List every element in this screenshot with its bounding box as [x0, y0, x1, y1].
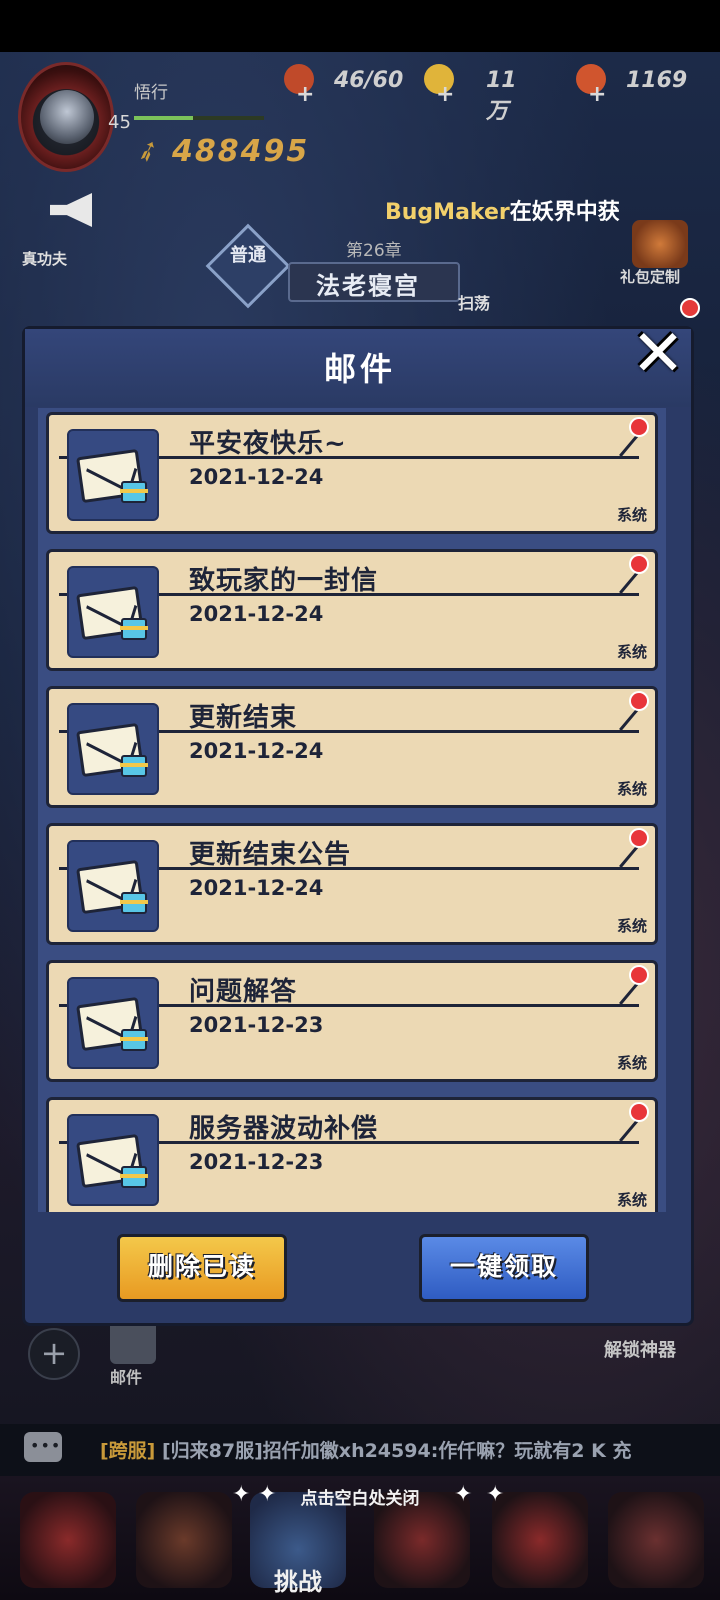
mail-date: 2021-12-23 — [189, 1150, 324, 1174]
attachment-gift-icon — [120, 755, 148, 777]
announcement-label: 真功夫 — [22, 250, 68, 268]
chat-message: [跨服] [归来87服]招仟加徽xh24594:作仟嘛？玩就有2 K 充 — [100, 1436, 710, 1463]
combat-power: 488495 — [172, 134, 310, 169]
mail-date: 2021-12-24 — [189, 739, 324, 763]
mail-list[interactable]: 平安夜快乐~ 2021-12-24 系统 致玩家的一封信 2021-12-24 系统 更新结… — [38, 408, 666, 1212]
mail-date: 2021-12-24 — [189, 602, 324, 626]
broadcast-player: BugMaker — [385, 200, 510, 225]
mail-dialog-title: 邮件 — [323, 350, 396, 388]
mail-sender: 系统 — [616, 643, 647, 661]
plus-icon[interactable]: + — [588, 82, 606, 107]
resource-value: 46/60 — [334, 68, 404, 93]
mail-icon-box — [67, 840, 159, 932]
mail-item[interactable]: 问题解答 2021-12-23 系统 — [46, 960, 658, 1082]
difficulty-label: 普通 — [230, 245, 266, 266]
sparkle-icon: ✦ — [486, 1482, 505, 1507]
mail-icon-box — [67, 1114, 159, 1206]
resource-value: 11万 — [486, 68, 517, 124]
broadcast-text: 在妖界中获 — [509, 200, 620, 225]
mail-icon-box — [67, 566, 159, 658]
exp-bar-fill — [134, 116, 193, 120]
chat-channel-tag: [跨服] — [100, 1440, 156, 1462]
claim-all-button[interactable]: 一键领取 — [419, 1234, 589, 1302]
delete-read-button[interactable]: 删除已读 — [117, 1234, 287, 1302]
plus-icon[interactable]: + — [436, 82, 454, 107]
mail-shortcut-label: 邮件 — [110, 1368, 143, 1387]
add-button[interactable]: + — [28, 1328, 80, 1380]
stage-name: 法老寝宫 — [316, 272, 420, 300]
close-icon[interactable]: ✕ — [630, 322, 686, 386]
unread-dot — [629, 554, 649, 574]
mail-title: 平安夜快乐~ — [189, 429, 347, 459]
attachment-gift-icon — [120, 1029, 148, 1051]
mail-sender: 系统 — [616, 917, 647, 935]
mail-title: 服务器波动补偿 — [189, 1114, 379, 1144]
attachment-gift-icon — [120, 481, 148, 503]
mail-sender: 系统 — [616, 780, 647, 798]
mail-item[interactable]: 平安夜快乐~ 2021-12-24 系统 — [46, 412, 658, 534]
resource-value: 1169 — [626, 68, 688, 93]
mail-title: 致玩家的一封信 — [189, 566, 379, 596]
exp-bar — [134, 116, 264, 120]
chat-message-text: [归来87服]招仟加徽xh24594:作仟嘛？玩就有2 K 充 — [162, 1440, 632, 1462]
chat-icon[interactable] — [24, 1432, 62, 1462]
mail-sender: 系统 — [616, 506, 647, 524]
mail-date: 2021-12-24 — [189, 465, 324, 489]
notification-dot — [680, 298, 700, 318]
mail-title: 更新结束公告 — [189, 840, 352, 870]
attachment-gift-icon — [120, 618, 148, 640]
mail-icon-box — [67, 977, 159, 1069]
broadcast-ticker: BugMaker在妖界中获 — [385, 194, 631, 226]
attachment-gift-icon — [120, 1166, 148, 1188]
nav-item-challenge-label: 挑战 — [274, 1568, 322, 1596]
status-bar-area — [0, 0, 720, 52]
mail-title: 更新结束 — [189, 703, 298, 733]
player-level: 45 — [108, 112, 131, 133]
mail-icon-box — [67, 429, 159, 521]
mail-item[interactable]: 致玩家的一封信 2021-12-24 系统 — [46, 549, 658, 671]
avatar — [40, 90, 94, 144]
mail-title: 问题解答 — [189, 977, 298, 1007]
mail-sender: 系统 — [616, 1054, 647, 1072]
mail-date: 2021-12-24 — [189, 876, 324, 900]
attachment-gift-icon — [120, 892, 148, 914]
mail-date: 2021-12-23 — [189, 1013, 324, 1037]
gift-pack-icon[interactable] — [632, 220, 688, 268]
unlock-artifact-label[interactable]: 解锁神器 — [604, 1336, 676, 1362]
mail-sender: 系统 — [616, 1191, 647, 1209]
mail-item[interactable]: 服务器波动补偿 2021-12-23 系统 — [46, 1097, 658, 1212]
gift-pack-label: 礼包定制 — [620, 268, 681, 286]
chapter-number: 第26章 — [346, 241, 402, 261]
mail-item[interactable]: 更新结束 2021-12-24 系统 — [46, 686, 658, 808]
unread-dot — [629, 965, 649, 985]
sparkle-icon: ✦ — [454, 1482, 473, 1507]
player-name: 悟行 — [134, 83, 168, 103]
sweep-button[interactable]: 扫荡 — [458, 290, 490, 314]
unread-dot — [629, 1102, 649, 1122]
unread-dot — [629, 828, 649, 848]
mail-item[interactable]: 更新结束公告 2021-12-24 系统 — [46, 823, 658, 945]
plus-icon[interactable]: + — [296, 82, 314, 107]
unread-dot — [629, 417, 649, 437]
mail-icon-box — [67, 703, 159, 795]
tap-to-close-hint[interactable]: 点击空白处关闭 — [0, 1484, 720, 1509]
unread-dot — [629, 691, 649, 711]
